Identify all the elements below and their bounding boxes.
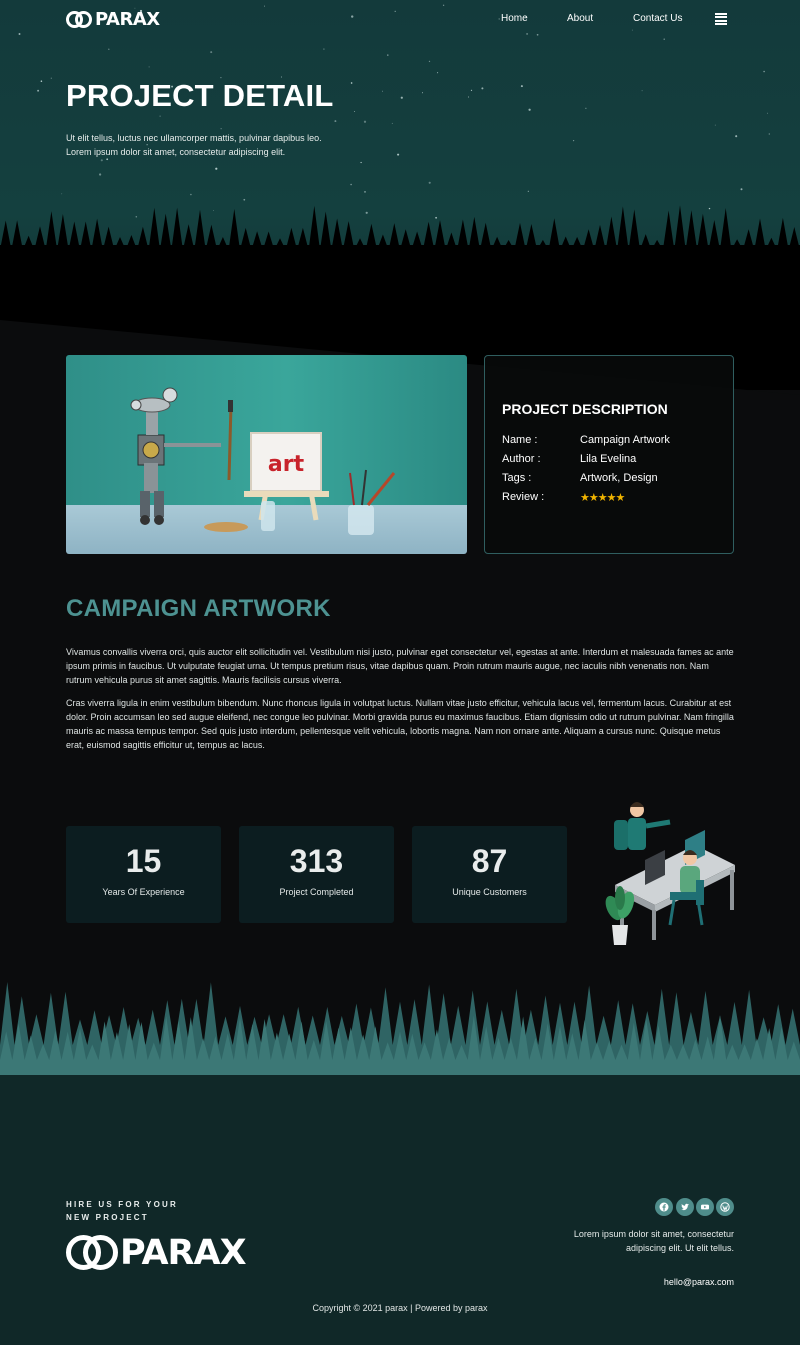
nav-about-link[interactable]: About <box>567 13 593 24</box>
stat-label: Unique Customers <box>452 887 527 897</box>
page-title: PROJECT DETAIL <box>66 78 334 113</box>
wordpress-icon[interactable] <box>716 1198 734 1216</box>
brand-logo[interactable]: PARAX <box>66 9 160 30</box>
bottom-forest-silhouette <box>0 982 800 1090</box>
hire-line-2: NEW PROJECT <box>66 1212 149 1222</box>
hire-us-heading: HIRE US FOR YOUR NEW PROJECT <box>66 1199 178 1224</box>
project-description-title: PROJECT DESCRIPTION <box>502 401 668 417</box>
nav-contact-link[interactable]: Contact Us <box>633 13 682 24</box>
stat-number: 313 <box>289 843 344 879</box>
stat-card-projects: 313 Project Completed <box>239 826 394 923</box>
stat-number: 15 <box>125 843 162 879</box>
office-meeting-illustration <box>605 802 735 945</box>
author-value: Lila Evelina <box>580 453 637 465</box>
footer-logo[interactable]: PARAX <box>66 1233 247 1273</box>
footer: HIRE US FOR YOUR NEW PROJECT PARAX Lorem… <box>0 1085 800 1345</box>
stat-number: 87 <box>471 843 508 879</box>
nav-home-link[interactable]: Home <box>501 13 528 24</box>
review-stars-icon: ★★★★★ <box>580 492 625 504</box>
top-navbar: PARAX Home About Contact Us <box>0 0 800 40</box>
footer-logo-text: PARAX <box>120 1233 247 1273</box>
hire-line-1: HIRE US FOR YOUR <box>66 1200 178 1209</box>
logo-rings-icon <box>66 10 94 30</box>
project-image: art <box>66 355 467 554</box>
footer-email-link[interactable]: hello@parax.com <box>664 1277 734 1287</box>
hamburger-icon[interactable] <box>715 13 727 25</box>
hero-subtitle: Ut elit tellus, luctus nec ullamcorper m… <box>66 131 366 159</box>
stat-card-experience: 15 Years Of Experience <box>66 826 221 923</box>
youtube-icon[interactable] <box>696 1198 714 1216</box>
name-key: Name : <box>502 434 538 446</box>
tags-key: Tags : <box>502 472 532 484</box>
tags-value: Artwork, Design <box>580 472 658 484</box>
facebook-icon[interactable] <box>655 1198 673 1216</box>
article-title: CAMPAIGN ARTWORK <box>66 595 331 622</box>
twitter-icon[interactable] <box>676 1198 694 1216</box>
easel-art-text: art <box>268 452 305 477</box>
logo-rings-icon <box>66 1234 118 1272</box>
hero-subtitle-line2: Lorem ipsum dolor sit amet, consectetur … <box>66 147 286 157</box>
footer-description-line1: Lorem ipsum dolor sit amet, consectetur <box>573 1229 734 1239</box>
stat-label: Project Completed <box>279 887 354 897</box>
footer-description-line2: adipiscing elit. Ut elit tellus. <box>625 1243 734 1253</box>
article-paragraph-1: Vivamus convallis viverra orci, quis auc… <box>66 647 734 685</box>
stat-card-customers: 87 Unique Customers <box>412 826 567 923</box>
hero-subtitle-line1: Ut elit tellus, luctus nec ullamcorper m… <box>66 133 322 143</box>
footer-description: Lorem ipsum dolor sit amet, consectetur … <box>534 1227 734 1255</box>
copyright-text: Copyright © 2021 parax | Powered by para… <box>312 1303 488 1313</box>
project-description-card: PROJECT DESCRIPTION Name : Campaign Artw… <box>484 355 734 554</box>
article-paragraph-2: Cras viverra ligula in enim vestibulum b… <box>66 698 734 750</box>
brand-name: PARAX <box>95 9 160 30</box>
robot-painter-illustration: art <box>66 355 467 554</box>
review-key: Review : <box>502 491 545 503</box>
name-value: Campaign Artwork <box>580 434 670 446</box>
stat-label: Years Of Experience <box>102 887 185 897</box>
author-key: Author : <box>502 453 541 465</box>
